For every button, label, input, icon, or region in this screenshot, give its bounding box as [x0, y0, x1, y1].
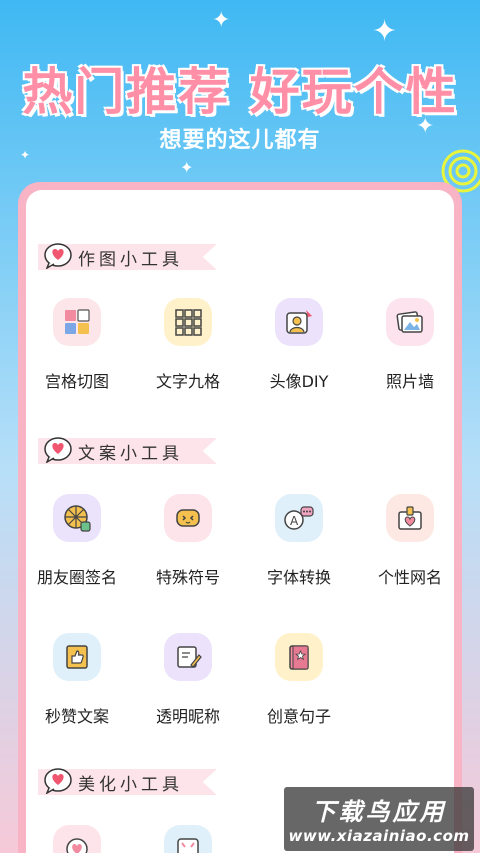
tools-card: 作图小工具 宫格切图 文字九格 头像DIY 照片墙 文案小工具 朋友圈签名 特殊… — [18, 182, 462, 853]
tool-item-font-convert[interactable]: A 字体转换 — [244, 494, 354, 588]
like-copy-icon — [53, 633, 101, 681]
transparent-name-icon — [164, 633, 212, 681]
tool-item-photo-wall[interactable]: 照片墙 — [355, 298, 465, 392]
tool-item-like-copy[interactable]: 秒赞文案 — [22, 633, 132, 727]
tool-item-label: 照片墙 — [385, 372, 434, 391]
tools-card-inner: 作图小工具 宫格切图 文字九格 头像DIY 照片墙 文案小工具 朋友圈签名 特殊… — [26, 190, 454, 853]
tool-item-nickname[interactable]: 个性网名 — [355, 494, 465, 588]
tool-item-label: 字体转换 — [266, 568, 331, 587]
hero-title: 热门推荐 好玩个性 — [22, 63, 458, 121]
grid-cut-icon — [53, 298, 101, 346]
creative-sentence-icon — [275, 633, 323, 681]
tool-item-avatar-diy[interactable]: 头像DIY — [244, 298, 354, 392]
tool-item-label: 宫格切图 — [44, 372, 109, 391]
beautify-frame-icon — [164, 825, 212, 853]
tool-item-label: 特殊符号 — [155, 568, 220, 587]
avatar-diy-icon — [275, 298, 323, 346]
special-symbol-icon — [164, 494, 212, 542]
heart-bubble-icon — [44, 768, 72, 794]
sparkle-icon: ✦ — [372, 14, 398, 49]
tool-item-creative-sentence[interactable]: 创意句子 — [244, 633, 354, 727]
tool-item-grid-cut[interactable]: 宫格切图 — [22, 298, 132, 392]
tool-item-transparent-name[interactable]: 透明昵称 — [133, 633, 243, 727]
watermark-title: 下载鸟应用 — [311, 798, 447, 826]
heart-bubble-icon — [44, 437, 72, 463]
tool-item-label: 透明昵称 — [155, 707, 220, 726]
svg-text:A: A — [290, 514, 299, 528]
tool-item-special-symbol[interactable]: 特殊符号 — [133, 494, 243, 588]
tool-item-moments-signature[interactable]: 朋友圈签名 — [22, 494, 132, 588]
tool-item-beautify-frame[interactable] — [133, 825, 243, 853]
sparkle-icon: ✦ — [212, 8, 231, 33]
tool-item-label: 创意句子 — [266, 707, 331, 726]
sparkle-icon: ✦ — [180, 158, 194, 177]
tool-item-text-grid[interactable]: 文字九格 — [133, 298, 243, 392]
tool-item-label: 头像DIY — [269, 372, 329, 391]
watermark: 下载鸟应用 www.xiazainiao.com — [284, 787, 474, 851]
heart-bubble-icon — [44, 243, 72, 269]
section-header-copy-tools: 文案小工具 — [38, 436, 217, 466]
nickname-icon — [386, 494, 434, 542]
photo-wall-icon — [386, 298, 434, 346]
tool-item-label: 朋友圈签名 — [36, 568, 117, 587]
hero-subtitle: 想要的这儿都有 — [159, 128, 321, 153]
text-grid-icon — [164, 298, 212, 346]
section-header-drawing-tools: 作图小工具 — [38, 242, 217, 272]
beautify-heart-icon — [53, 825, 101, 853]
watermark-url: www.xiazainiao.com — [288, 827, 470, 845]
tool-item-label: 秒赞文案 — [44, 707, 109, 726]
tool-item-label: 文字九格 — [155, 372, 220, 391]
tool-item-beautify-heart[interactable] — [22, 825, 132, 853]
section-header-beautify-tools: 美化小工具 — [38, 767, 217, 797]
moments-signature-icon — [53, 494, 101, 542]
font-convert-icon: A — [275, 494, 323, 542]
tool-item-label: 个性网名 — [377, 568, 442, 587]
